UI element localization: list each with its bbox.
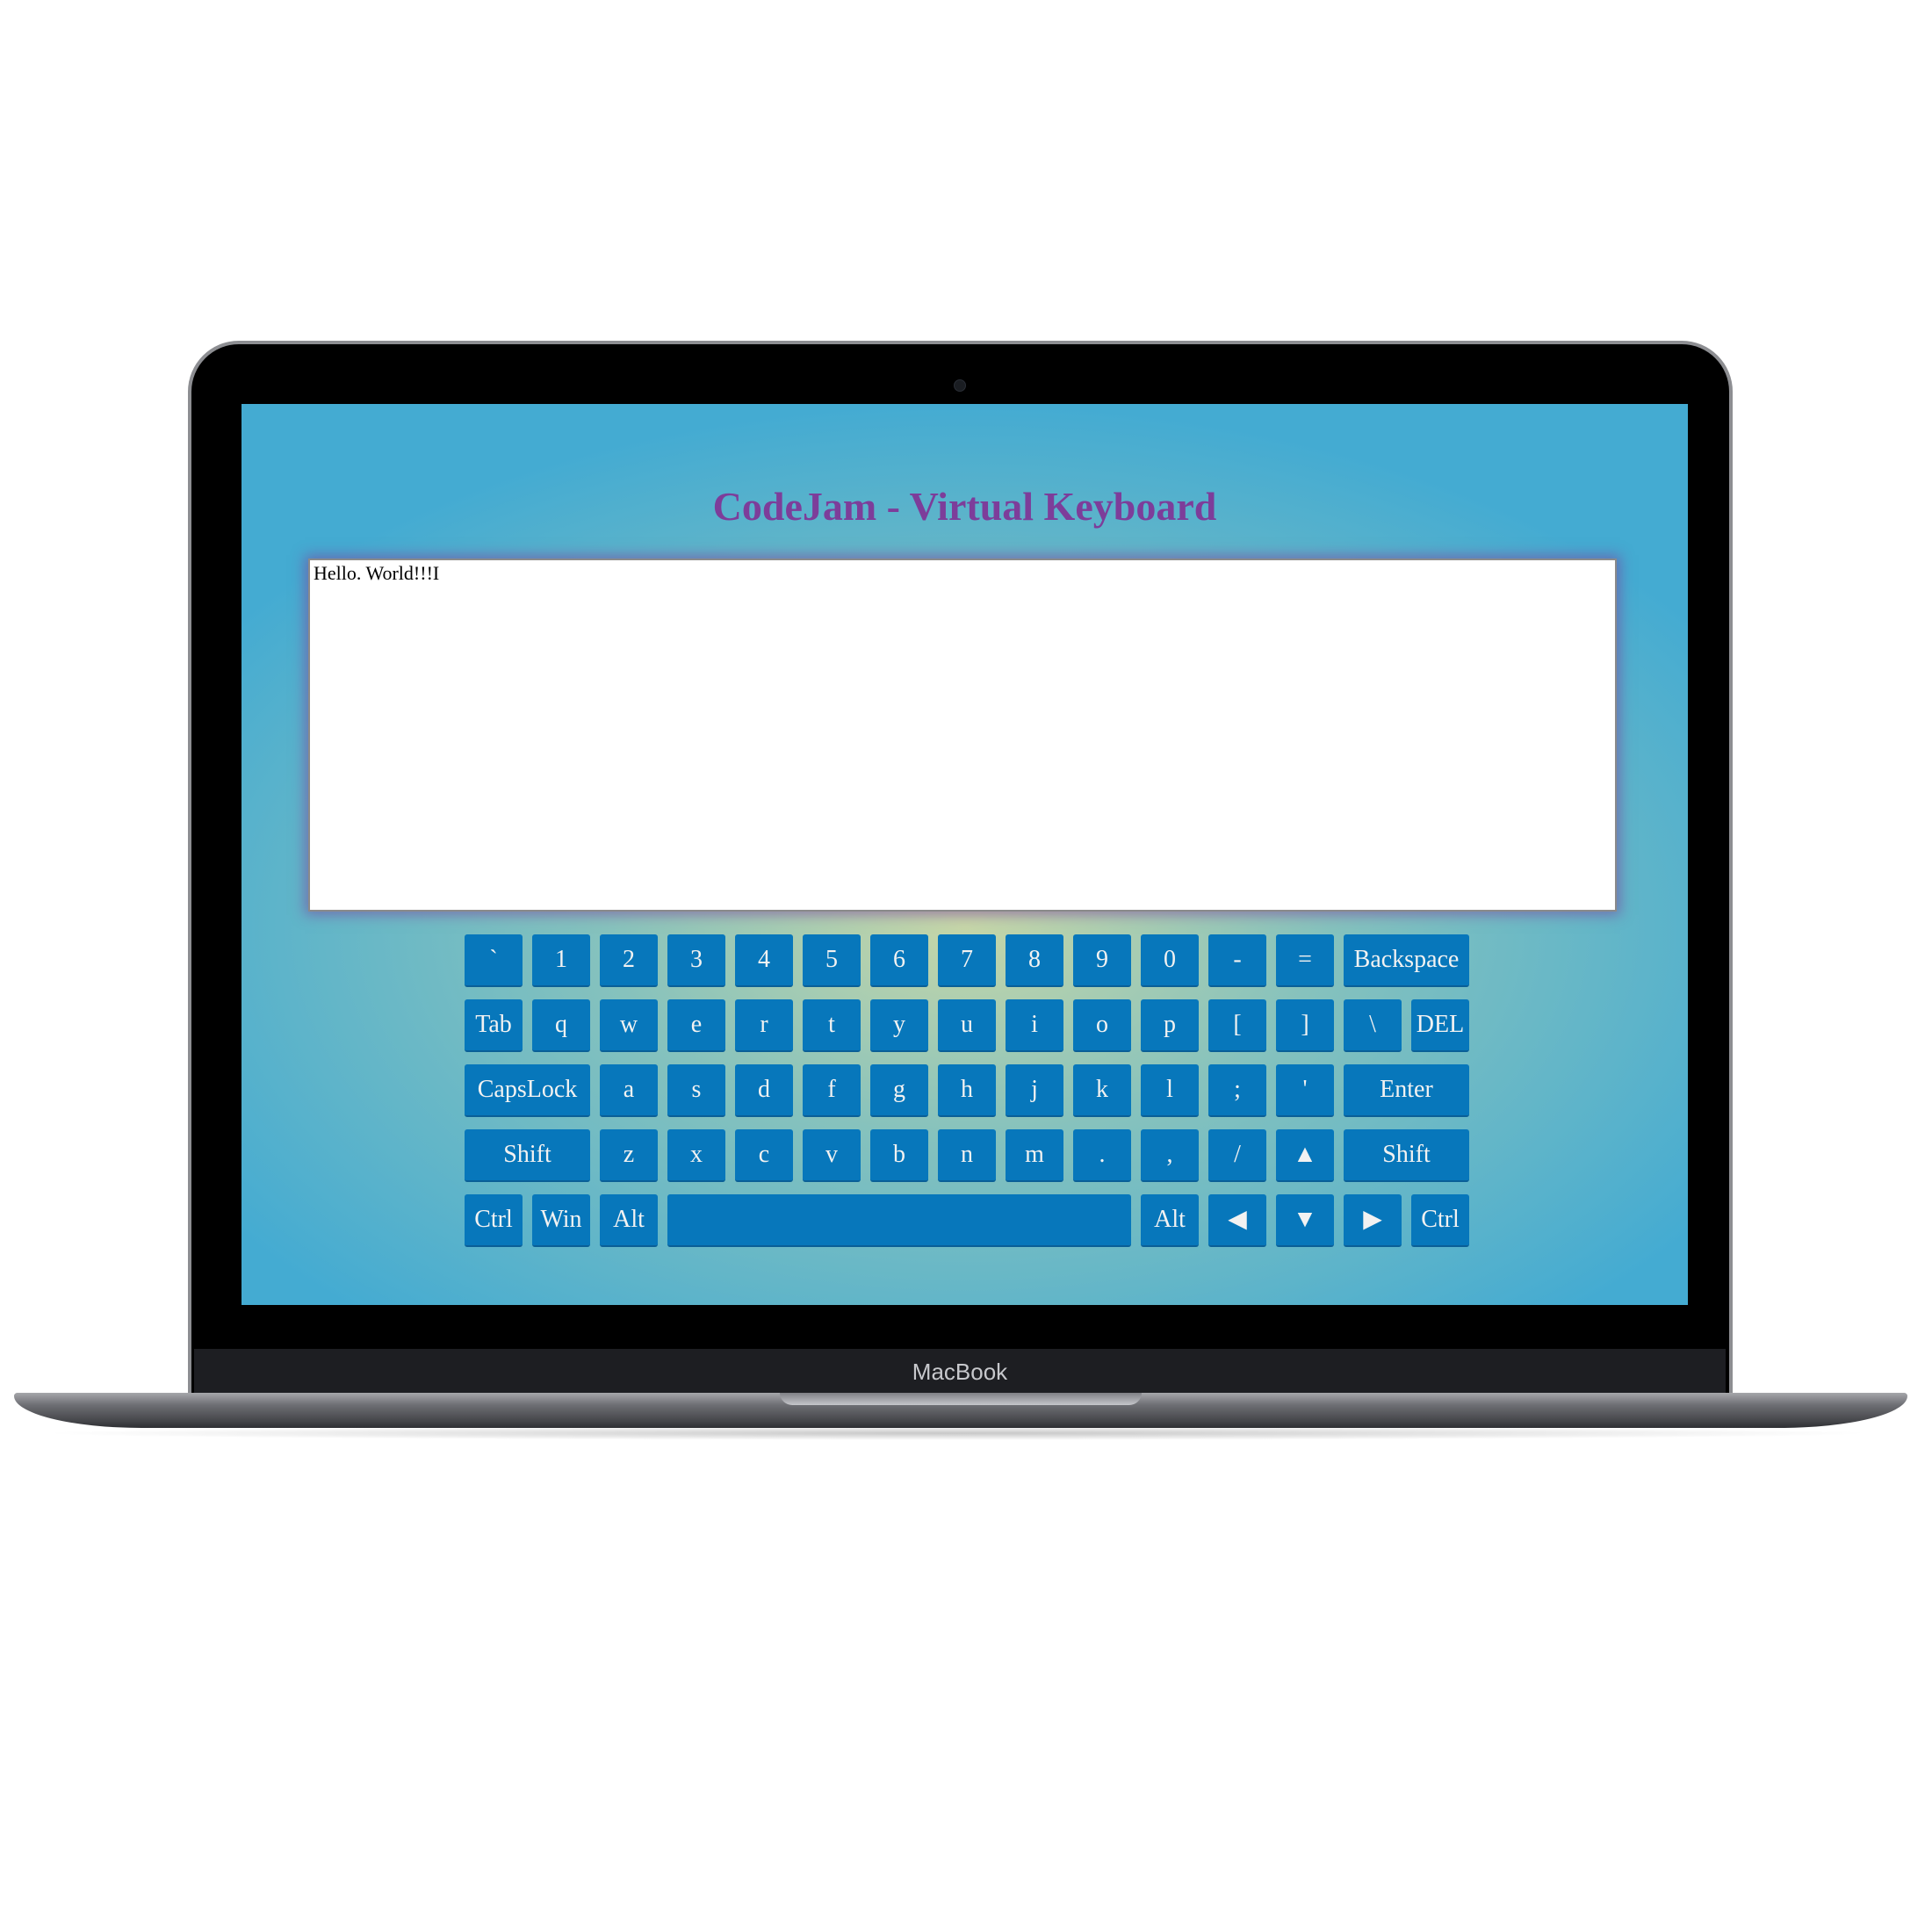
key-f[interactable]: f [803,1064,861,1117]
key-j[interactable]: j [1006,1064,1063,1117]
key-shift-left[interactable]: Shift [465,1129,590,1182]
key-u[interactable]: u [938,999,996,1052]
key-ctrl-right[interactable]: Ctrl [1411,1194,1469,1247]
key-9[interactable]: 9 [1073,934,1131,987]
key-backspace[interactable]: Backspace [1344,934,1469,987]
floor-shadow [35,1426,1879,1440]
key-period[interactable]: . [1073,1129,1131,1182]
key-2[interactable]: 2 [600,934,658,987]
key-del[interactable]: DEL [1411,999,1469,1052]
key-alt-right[interactable]: Alt [1141,1194,1199,1247]
key-1[interactable]: 1 [532,934,590,987]
key-8[interactable]: 8 [1006,934,1063,987]
key-q[interactable]: q [532,999,590,1052]
key-x[interactable]: x [667,1129,725,1182]
key-6[interactable]: 6 [870,934,928,987]
key-right-bracket[interactable]: ] [1276,999,1334,1052]
key-backtick[interactable]: ` [465,934,523,987]
key-0[interactable]: 0 [1141,934,1199,987]
key-tab[interactable]: Tab [465,999,523,1052]
laptop-brand-label: MacBook [912,1359,1008,1385]
key-o[interactable]: o [1073,999,1131,1052]
key-alt-left[interactable]: Alt [600,1194,658,1247]
key-semicolon[interactable]: ; [1208,1064,1266,1117]
key-i[interactable]: i [1006,999,1063,1052]
key-y[interactable]: y [870,999,928,1052]
key-slash[interactable]: / [1208,1129,1266,1182]
key-comma[interactable]: , [1141,1129,1199,1182]
key-7[interactable]: 7 [938,934,996,987]
arrow-left-icon[interactable]: ◀ [1208,1194,1266,1247]
key-k[interactable]: k [1073,1064,1131,1117]
key-w[interactable]: w [600,999,658,1052]
key-5[interactable]: 5 [803,934,861,987]
key-n[interactable]: n [938,1129,996,1182]
camera-icon [954,379,966,392]
key-e[interactable]: e [667,999,725,1052]
laptop-hinge-notch [780,1393,1142,1405]
key-ctrl-left[interactable]: Ctrl [465,1194,523,1247]
key-m[interactable]: m [1006,1129,1063,1182]
arrow-up-icon[interactable]: ▲ [1276,1129,1334,1182]
arrow-down-icon[interactable]: ▼ [1276,1194,1334,1247]
key-c[interactable]: c [735,1129,793,1182]
key-a[interactable]: a [600,1064,658,1117]
key-r[interactable]: r [735,999,793,1052]
key-capslock[interactable]: CapsLock [465,1064,590,1117]
key-v[interactable]: v [803,1129,861,1182]
page-title: CodeJam - Virtual Keyboard [712,484,1217,529]
key-3[interactable]: 3 [667,934,725,987]
key-p[interactable]: p [1141,999,1199,1052]
laptop-screen: CodeJam - Virtual Keyboard Hello. World!… [242,404,1688,1305]
key-t[interactable]: t [803,999,861,1052]
key-win[interactable]: Win [532,1194,590,1247]
key-s[interactable]: s [667,1064,725,1117]
arrow-right-icon[interactable]: ▶ [1344,1194,1402,1247]
key-left-bracket[interactable]: [ [1208,999,1266,1052]
key-equals[interactable]: = [1276,934,1334,987]
key-4[interactable]: 4 [735,934,793,987]
key-z[interactable]: z [600,1129,658,1182]
key-h[interactable]: h [938,1064,996,1117]
text-input-area[interactable]: Hello. World!!!I [308,559,1617,912]
key-space[interactable] [667,1194,1131,1247]
key-shift-right[interactable]: Shift [1344,1129,1469,1182]
key-backslash[interactable]: \ [1344,999,1402,1052]
key-l[interactable]: l [1141,1064,1199,1117]
key-minus[interactable]: - [1208,934,1266,987]
key-d[interactable]: d [735,1064,793,1117]
key-enter[interactable]: Enter [1344,1064,1469,1117]
key-b[interactable]: b [870,1129,928,1182]
key-g[interactable]: g [870,1064,928,1117]
key-quote[interactable]: ' [1276,1064,1334,1117]
